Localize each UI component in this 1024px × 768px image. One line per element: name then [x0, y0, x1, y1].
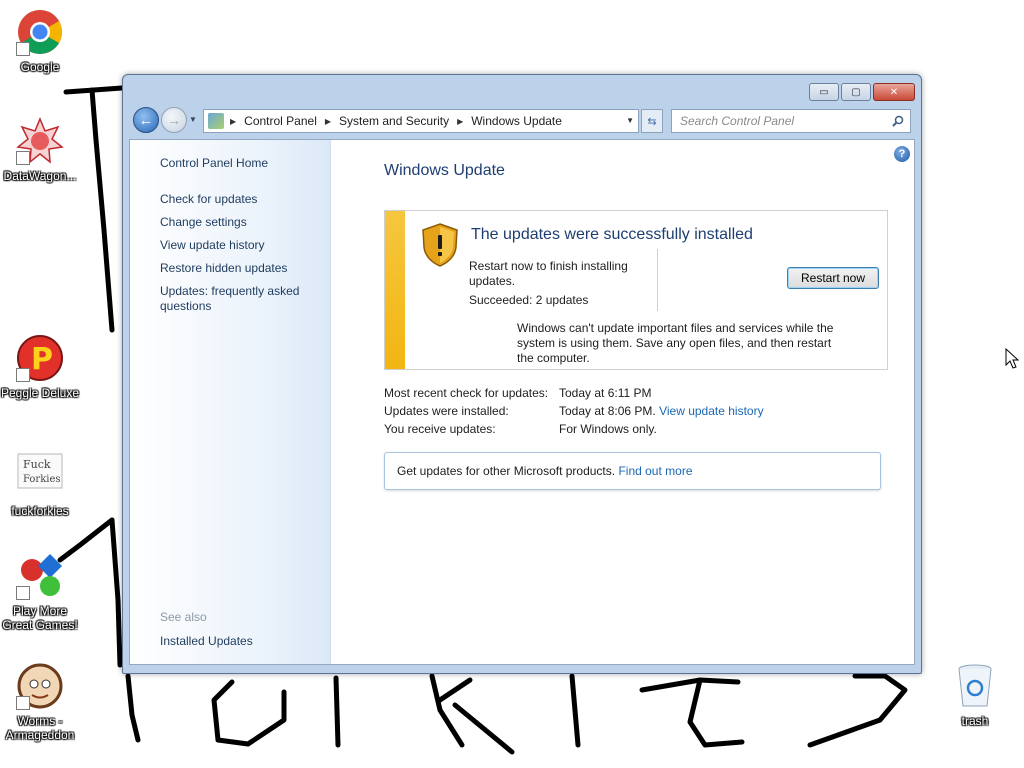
worms-icon	[16, 662, 64, 710]
chrome-icon	[16, 8, 64, 56]
task-pane: Control Panel Home Check for updates Cha…	[130, 140, 331, 664]
desktop-icon-label: trash	[961, 714, 989, 728]
address-dropdown-icon[interactable]: ▼	[626, 116, 634, 125]
main-pane: ? Windows Update The updates were succes…	[332, 140, 914, 664]
check-for-updates-link[interactable]: Check for updates	[160, 192, 257, 207]
receive-label: You receive updates:	[384, 422, 496, 436]
help-icon[interactable]: ?	[894, 146, 910, 162]
back-arrow-icon: ←	[138, 111, 154, 129]
refresh-button[interactable]: ⇆	[641, 109, 663, 133]
installed-updates-link[interactable]: Installed Updates	[160, 634, 253, 649]
status-divider	[657, 249, 658, 311]
maximize-button[interactable]: ▢	[841, 83, 871, 101]
update-status-box: The updates were successfully installed …	[384, 210, 888, 370]
installed-label: Updates were installed:	[384, 404, 509, 418]
shortcut-arrow-icon	[16, 696, 30, 710]
forward-button[interactable]: →	[161, 107, 187, 133]
peggle-icon: P	[16, 334, 64, 382]
search-input[interactable]: Search Control Panel	[680, 114, 794, 128]
warning-shield-icon	[422, 223, 458, 267]
desktop-icon-label: DataWagon...	[3, 169, 77, 183]
back-button[interactable]: ←	[133, 107, 159, 133]
find-out-more-link[interactable]: Find out more	[618, 464, 692, 478]
view-update-history-inline-link[interactable]: View update history	[659, 404, 764, 418]
shortcut-arrow-icon	[16, 151, 30, 165]
desktop-icon-label: Worms - Armageddon	[5, 714, 75, 742]
svg-text:Fuck: Fuck	[23, 458, 51, 471]
mouse-cursor-icon	[1005, 348, 1019, 369]
receive-value: For Windows only.	[559, 422, 657, 436]
windows-update-window: ▭ ▢ ✕ ← → ▼ ▶ Control Panel ▶ System and…	[122, 74, 922, 674]
recent-pages-dropdown[interactable]: ▼	[189, 115, 197, 124]
get-updates-text: Get updates for other Microsoft products…	[397, 464, 616, 478]
shortcut-arrow-icon	[16, 368, 30, 382]
caption-buttons: ▭ ▢ ✕	[809, 83, 915, 101]
navigation-bar: ← → ▼ ▶ Control Panel ▶ System and Secur…	[131, 105, 913, 135]
control-panel-icon	[208, 113, 224, 129]
breadcrumb-windows-update[interactable]: Windows Update	[471, 114, 562, 128]
window-content: Control Panel Home Check for updates Cha…	[129, 139, 915, 665]
status-color-strip	[385, 211, 405, 369]
search-icon[interactable]	[892, 115, 904, 127]
restore-hidden-updates-link[interactable]: Restore hidden updates	[160, 261, 287, 276]
desktop-icon-label: fuckforkies	[11, 504, 69, 518]
installed-value-wrap: Today at 8:06 PM. View update history	[559, 404, 764, 418]
desktop-icon-fuckforkies[interactable]: Fuck Forkies fuckforkies	[0, 452, 80, 518]
breadcrumb-control-panel[interactable]: Control Panel	[244, 114, 317, 128]
refresh-icon: ⇆	[647, 115, 657, 128]
search-box[interactable]: Search Control Panel	[671, 109, 911, 133]
minimize-button[interactable]: ▭	[809, 83, 839, 101]
control-panel-home-link[interactable]: Control Panel Home	[160, 156, 268, 171]
games-icon	[16, 552, 64, 600]
breadcrumb-separator-icon[interactable]: ▶	[325, 117, 331, 126]
desktop-icon-label: Play More Great Games!	[2, 604, 78, 632]
desktop-icon-label: Google	[20, 60, 60, 74]
desktop-icon-trash[interactable]: trash	[935, 662, 1015, 728]
status-description: Restart now to finish installing updates…	[469, 259, 628, 288]
installed-value: Today at 8:06 PM.	[559, 404, 656, 418]
change-settings-link[interactable]: Change settings	[160, 215, 247, 230]
shortcut-arrow-icon	[16, 586, 30, 600]
datawagon-icon	[16, 117, 64, 165]
desktop-icon-label: Peggle Deluxe	[0, 386, 80, 400]
svg-text:P: P	[31, 342, 53, 377]
text-file-icon: Fuck Forkies	[16, 452, 64, 500]
desktop-icon-worms[interactable]: Worms - Armageddon	[0, 662, 80, 742]
desktop-icon-peggle[interactable]: P Peggle Deluxe	[0, 334, 80, 400]
breadcrumb-system-and-security[interactable]: System and Security	[339, 114, 449, 128]
forward-arrow-icon: →	[167, 112, 181, 128]
restart-warning-text: Windows can't update important files and…	[517, 321, 834, 365]
address-bar[interactable]: ▶ Control Panel ▶ System and Security ▶ …	[203, 109, 639, 133]
desktop-icon-google[interactable]: Google	[0, 8, 80, 74]
recycle-bin-icon	[951, 662, 999, 710]
see-also-heading: See also	[160, 610, 207, 624]
recent-check-value: Today at 6:11 PM	[559, 386, 652, 400]
get-other-updates-box: Get updates for other Microsoft products…	[384, 452, 881, 490]
svg-text:Forkies: Forkies	[23, 474, 61, 485]
page-title: Windows Update	[384, 162, 505, 179]
close-button[interactable]: ✕	[873, 83, 915, 101]
breadcrumb-separator-icon[interactable]: ▶	[457, 117, 463, 126]
desktop-icon-datawagon[interactable]: DataWagon...	[0, 117, 80, 183]
updates-faq-link[interactable]: Updates: frequently asked questions	[160, 284, 310, 314]
view-update-history-link[interactable]: View update history	[160, 238, 265, 253]
desktop-icon-play-more-games[interactable]: Play More Great Games!	[0, 552, 80, 632]
restart-now-button[interactable]: Restart now	[787, 267, 879, 289]
breadcrumb-separator-icon[interactable]: ▶	[230, 117, 236, 126]
succeeded-count: Succeeded: 2 updates	[469, 293, 589, 307]
recent-check-label: Most recent check for updates:	[384, 386, 549, 400]
shortcut-arrow-icon	[16, 42, 30, 56]
status-heading: The updates were successfully installed	[471, 226, 753, 243]
